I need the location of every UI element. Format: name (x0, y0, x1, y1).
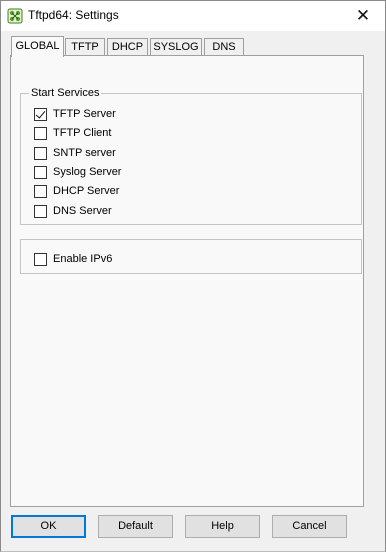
start-services-group: Start Services TFTP Server TFTP Client S… (20, 87, 362, 225)
close-button[interactable]: ✕ (341, 1, 385, 31)
settings-dialog: Tftpd64: Settings ✕ GLOBAL TFTP DHCP SYS… (0, 0, 386, 552)
checkbox-label: DHCP Server (53, 185, 120, 197)
tab-syslog[interactable]: SYSLOG (150, 38, 202, 56)
checkbox-label: TFTP Server (53, 108, 116, 120)
tftp-client-checkbox[interactable]: TFTP Client (34, 126, 111, 140)
checkbox-box[interactable] (34, 107, 47, 121)
checkbox-box[interactable] (34, 204, 47, 218)
checkbox-label: Syslog Server (53, 166, 122, 178)
tab-dhcp[interactable]: DHCP (107, 38, 148, 56)
window-title: Tftpd64: Settings (28, 8, 119, 22)
dhcp-server-checkbox[interactable]: DHCP Server (34, 184, 119, 198)
ok-button[interactable]: OK (11, 515, 86, 538)
cancel-button[interactable]: Cancel (272, 515, 347, 538)
checkbox-label: SNTP server (53, 147, 116, 159)
tab-global[interactable]: GLOBAL (11, 36, 64, 57)
checkbox-label: TFTP Client (53, 127, 112, 139)
help-button[interactable]: Help (185, 515, 260, 538)
tab-dns[interactable]: DNS (204, 38, 244, 56)
dns-server-checkbox[interactable]: DNS Server (34, 204, 112, 218)
checkbox-box[interactable] (34, 126, 47, 140)
ipv6-group: Enable IPv6 (20, 239, 362, 274)
checkbox-box[interactable] (34, 252, 47, 266)
enable-ipv6-checkbox[interactable]: Enable IPv6 (34, 252, 112, 266)
checkbox-label: DNS Server (53, 205, 112, 217)
checkbox-box[interactable] (34, 165, 47, 179)
title-bar: Tftpd64: Settings ✕ (1, 1, 385, 31)
start-services-title: Start Services (29, 87, 102, 99)
sntp-server-checkbox[interactable]: SNTP server (34, 146, 116, 160)
global-tab-panel: Start Services TFTP Server TFTP Client S… (10, 55, 364, 507)
tftp-server-checkbox[interactable]: TFTP Server (34, 107, 116, 121)
tftpd-app-icon (7, 8, 23, 24)
checkbox-label: Enable IPv6 (53, 253, 113, 265)
default-button[interactable]: Default (98, 515, 173, 538)
close-icon: ✕ (355, 6, 371, 25)
checkbox-box[interactable] (34, 146, 47, 160)
tab-tftp[interactable]: TFTP (65, 38, 105, 56)
checkbox-box[interactable] (34, 184, 47, 198)
syslog-server-checkbox[interactable]: Syslog Server (34, 165, 121, 179)
